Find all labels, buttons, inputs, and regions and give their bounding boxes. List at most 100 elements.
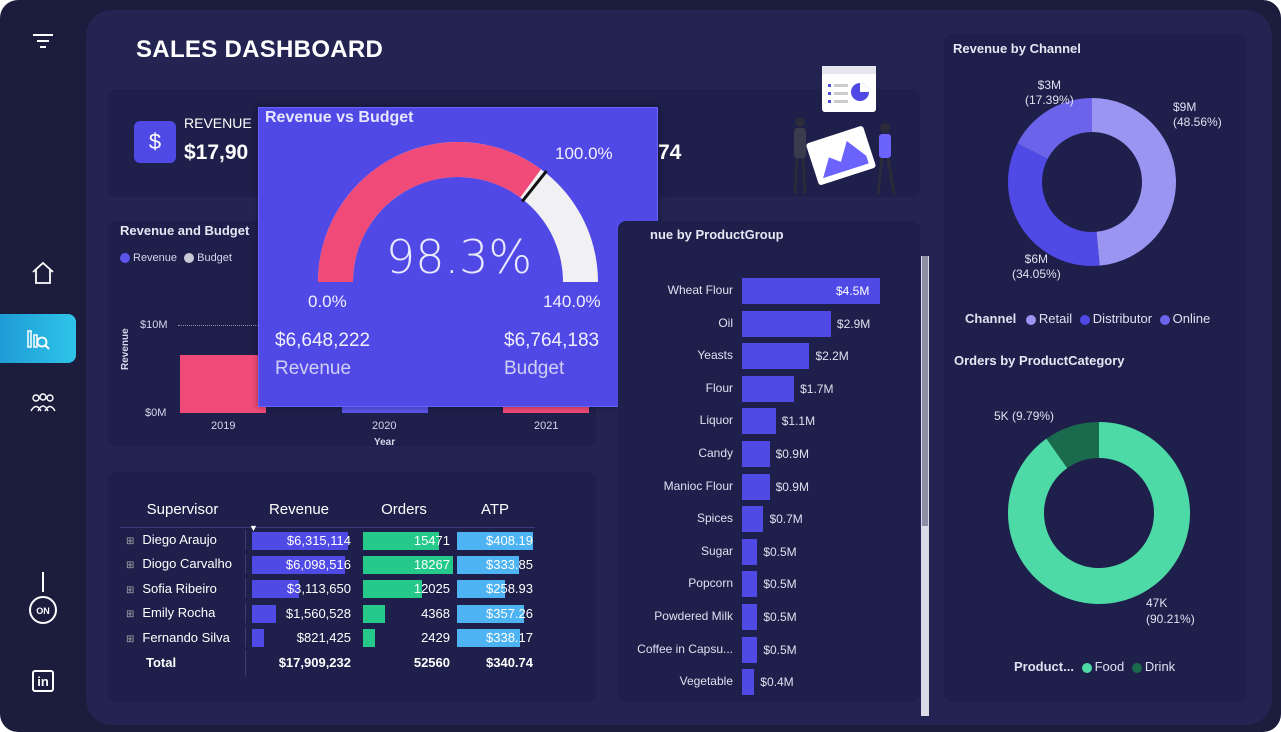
product-group-value: $2.2M bbox=[815, 349, 849, 364]
table-row[interactable]: ⊞ Fernando Silva $821,425 2429 $338.17 bbox=[120, 625, 535, 650]
product-group-value: $0.5M bbox=[763, 610, 797, 624]
legend-budget-label: Budget bbox=[197, 252, 232, 264]
header-atp[interactable]: ATP bbox=[455, 493, 535, 527]
legend-retail-dot bbox=[1025, 314, 1036, 325]
product-group-row[interactable]: Coffee in Capsu... $0.5M bbox=[620, 636, 920, 663]
product-group-bar bbox=[742, 506, 764, 533]
analytics-icon bbox=[27, 329, 50, 350]
product-group-row[interactable]: Liquor $1.1M bbox=[620, 408, 920, 435]
product-group-scroll-thumb[interactable] bbox=[922, 256, 928, 526]
product-group-row[interactable]: Flour $1.7M bbox=[620, 375, 920, 402]
legend-retail-label[interactable]: Retail bbox=[1039, 311, 1072, 326]
revenue-cell: $821,425 bbox=[245, 625, 353, 650]
supervisor-name: Diogo Carvalho bbox=[142, 556, 232, 572]
revenue-vs-budget-tooltip: Revenue vs Budget 98.3% 0.0% 140.0% 100.… bbox=[258, 107, 658, 407]
product-group-value: $0.5M bbox=[763, 544, 797, 559]
gauge-min-label: 0.0% bbox=[308, 292, 347, 311]
gauge-max-label: 140.0% bbox=[543, 292, 601, 311]
product-group-row[interactable]: Yeasts $2.2M bbox=[620, 343, 920, 370]
product-group-bar bbox=[742, 538, 758, 565]
atp-cell: $333.85 bbox=[455, 552, 535, 577]
expand-icon[interactable]: ⊞ bbox=[126, 634, 134, 645]
atp-cell: $357.26 bbox=[455, 601, 535, 626]
product-group-value: $0.9M bbox=[775, 447, 809, 461]
product-group-bar bbox=[742, 669, 755, 696]
power-toggle-icon[interactable]: ON bbox=[22, 570, 64, 630]
orders-bar bbox=[363, 629, 375, 648]
total-atp: $340.74 bbox=[486, 655, 533, 670]
channel-slice-retail[interactable] bbox=[1092, 98, 1177, 266]
app-frame: ON in SALES DASHBOARD $ REVENUE $17,90 7… bbox=[0, 0, 1281, 732]
expand-icon[interactable]: ⊞ bbox=[126, 536, 134, 547]
atp-value: $338.17 bbox=[486, 630, 533, 646]
orders-value: 4368 bbox=[421, 605, 450, 621]
supervisor-cell: ⊞ Emily Rocha bbox=[120, 601, 245, 626]
table-row[interactable]: ⊞ Emily Rocha $1,560,528 4368 $357.26 bbox=[120, 601, 535, 626]
product-group-bar bbox=[742, 310, 831, 337]
y-tick-10m: $10M bbox=[140, 319, 168, 331]
category-donut-chart bbox=[1008, 422, 1190, 604]
x-tick-2019: 2019 bbox=[211, 420, 236, 432]
legend-drink-label[interactable]: Drink bbox=[1145, 659, 1175, 674]
product-group-row[interactable]: Wheat Flour $4.5M bbox=[620, 278, 920, 304]
legend-distributor-label[interactable]: Distributor bbox=[1093, 311, 1152, 326]
channel-distributor-label: $6M (34.05%) bbox=[1012, 252, 1061, 282]
kpi-revenue-value: $17,90 bbox=[184, 141, 249, 164]
atp-value: $333.85 bbox=[486, 556, 533, 572]
x-tick-2020: 2020 bbox=[372, 420, 397, 432]
product-group-row[interactable]: Popcorn $0.5M bbox=[620, 571, 920, 598]
product-group-bar bbox=[742, 604, 758, 630]
table-row[interactable]: ⊞ Sofia Ribeiro $3,113,650 12025 $258.93 bbox=[120, 576, 535, 601]
legend-online-dot bbox=[1159, 314, 1170, 325]
legend-drink-dot bbox=[1131, 662, 1142, 673]
product-group-label: Spices bbox=[696, 511, 733, 526]
product-group-scrollbar[interactable] bbox=[921, 256, 929, 716]
category-food-label: 47K (90.21%) bbox=[1146, 595, 1195, 627]
supervisor-cell: ⊞ Diego Araujo bbox=[120, 527, 245, 552]
legend-distributor-dot bbox=[1079, 314, 1090, 325]
product-group-value: $0.5M bbox=[763, 642, 797, 657]
analytics-nav-item[interactable] bbox=[0, 314, 76, 363]
supervisor-name: Diego Araujo bbox=[142, 532, 217, 547]
product-group-row[interactable]: Vegetable $0.4M bbox=[620, 669, 920, 696]
expand-icon[interactable]: ⊞ bbox=[126, 560, 134, 571]
product-group-row[interactable]: Oil $2.9M bbox=[620, 310, 920, 337]
revenue-value: $6,315,114 bbox=[286, 532, 351, 548]
header-orders[interactable]: Orders bbox=[353, 493, 455, 527]
product-group-value: $0.5M bbox=[763, 577, 797, 592]
product-group-row[interactable]: Spices $0.7M bbox=[620, 506, 920, 533]
dollar-icon: $ bbox=[134, 121, 176, 163]
channel-online-amount: $3M bbox=[1037, 78, 1062, 92]
y-tick-0m: $0M bbox=[145, 407, 167, 419]
product-group-value: $0.4M bbox=[760, 675, 794, 690]
expand-icon[interactable]: ⊞ bbox=[126, 585, 134, 596]
product-group-bar bbox=[742, 375, 795, 402]
supervisor-cell: ⊞ Sofia Ribeiro bbox=[120, 576, 245, 601]
total-label: Total bbox=[146, 655, 177, 670]
legend-food-label[interactable]: Food bbox=[1095, 659, 1125, 674]
expand-icon[interactable]: ⊞ bbox=[126, 609, 134, 620]
category-drink-label: 5K (9.79%) bbox=[994, 409, 1055, 423]
header-supervisor[interactable]: Supervisor bbox=[120, 493, 245, 527]
product-group-row[interactable]: Powdered Milk $0.5M bbox=[620, 604, 920, 630]
table-row[interactable]: ⊞ Diogo Carvalho $6,098,516 18267 $333.85 bbox=[120, 552, 535, 577]
home-icon[interactable] bbox=[22, 252, 64, 294]
header-revenue[interactable]: Revenue ▼ bbox=[245, 493, 353, 532]
channel-distributor-amount: $6M bbox=[1024, 252, 1049, 266]
product-group-row[interactable]: Sugar $0.5M bbox=[620, 538, 920, 565]
revenue-value: $821,425 bbox=[296, 630, 351, 646]
team-icon[interactable] bbox=[22, 382, 64, 424]
linkedin-icon[interactable]: in bbox=[22, 660, 64, 702]
channel-slice-distributor[interactable] bbox=[1008, 143, 1100, 266]
legend-online-label[interactable]: Online bbox=[1173, 311, 1211, 326]
total-orders: 52560 bbox=[413, 655, 450, 670]
product-group-value: $2.9M bbox=[836, 316, 871, 331]
product-group-bar bbox=[742, 343, 810, 370]
product-group-value: $0.9M bbox=[775, 479, 809, 494]
product-group-label: Liquor bbox=[699, 413, 733, 428]
product-group-row[interactable]: Candy $0.9M bbox=[620, 441, 920, 467]
filter-icon[interactable] bbox=[22, 20, 64, 62]
table-row[interactable]: ⊞ Diego Araujo $6,315,114 15471 $408.19 bbox=[120, 527, 535, 552]
bar-revenue-2019[interactable] bbox=[180, 355, 266, 413]
product-group-row[interactable]: Manioc Flour $0.9M bbox=[620, 473, 920, 500]
